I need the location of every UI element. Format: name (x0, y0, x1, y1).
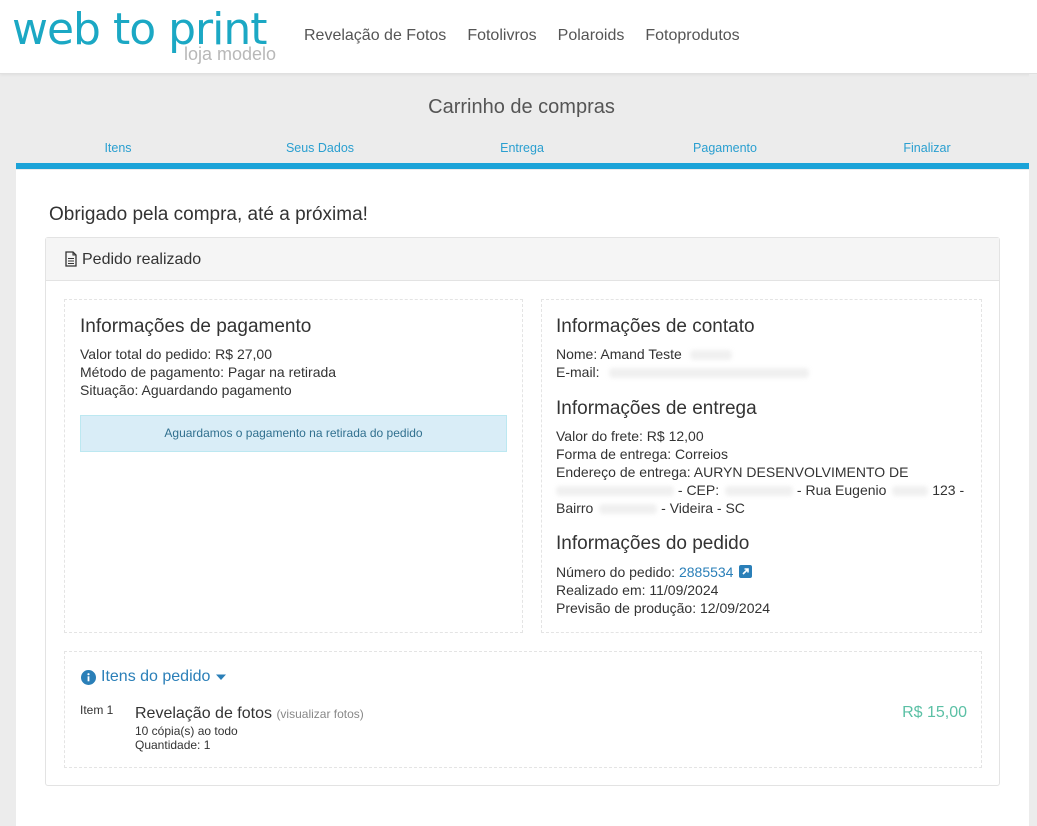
contact-name: Nome: Amand Teste (556, 346, 732, 362)
redacted-text (725, 486, 794, 497)
order-forecast: Previsão de produção: 12/09/2024 (556, 600, 771, 616)
logo-subtitle: loja modelo (184, 44, 277, 64)
nav-item-polaroids[interactable]: Polaroids (558, 27, 625, 45)
payment-alert: Aguardamos o pagamento na retirada do pe… (80, 415, 507, 452)
nav-item-fotolivros[interactable]: Fotolivros (467, 27, 536, 45)
order-details-box: Informações de contato Nome: Amand Teste… (541, 299, 982, 633)
page-title: Carrinho de compras (428, 96, 615, 118)
delivery-info-title: Informações de entrega (556, 398, 757, 419)
item-name-text: Revelação de fotos (135, 705, 272, 722)
address-bairro-label: Bairro (556, 500, 594, 516)
order-number-link[interactable]: 2885534 (679, 564, 734, 580)
redacted-text (689, 350, 732, 361)
items-toggle[interactable]: Itens do pedido (81, 668, 227, 686)
step-pagamento[interactable]: Pagamento (693, 141, 757, 155)
page-edge (1029, 74, 1037, 826)
items-toggle-label: Itens do pedido (101, 668, 211, 685)
address-number: 123 - (932, 482, 965, 498)
payment-status: Situação: Aguardando pagamento (80, 382, 292, 398)
redacted-text (892, 486, 929, 497)
redacted-text (556, 486, 674, 497)
step-seus-dados[interactable]: Seus Dados (286, 141, 354, 155)
order-number-label: Número do pedido: (556, 564, 676, 580)
address-cep-label: - CEP: (677, 482, 720, 498)
step-finalizar[interactable]: Finalizar (903, 141, 950, 155)
contact-info-title: Informações de contato (556, 316, 755, 337)
delivery-address-line1: Endereço de entrega: AURYN DESENVOLVIMEN… (556, 464, 909, 480)
address-city: - Videira - SC (661, 500, 745, 516)
item-quantity: Quantidade: 1 (135, 738, 211, 752)
order-items-box: Itens do pedido Item 1 Revelação de foto… (64, 651, 982, 768)
order-info-title: Informações do pedido (556, 533, 750, 554)
delivery-address-line2: - CEP: - Rua Eugenio 123 - (556, 482, 964, 498)
item-name: Revelação de fotos (visualizar fotos) (135, 705, 364, 723)
payment-total: Valor total do pedido: R$ 27,00 (80, 346, 272, 362)
item-number: Item 1 (80, 703, 114, 717)
delivery-address-line3: Bairro - Videira - SC (556, 500, 745, 516)
site-logo[interactable]: web to print loja modelo (12, 4, 282, 68)
order-number: Número do pedido: 2885534 (556, 564, 753, 580)
site-header: web to print loja modelo Revelação de Fo… (0, 0, 1037, 74)
steps-progress-bar (16, 163, 1029, 169)
redacted-text (609, 368, 810, 379)
item-copies: 10 cópia(s) ao todo (135, 724, 238, 738)
thanks-message: Obrigado pela compra, até a próxima! (49, 204, 368, 225)
nav-item-fotoprodutos[interactable]: Fotoprodutos (645, 27, 739, 45)
main-nav: Revelação de Fotos Fotolivros Polaroids … (304, 27, 740, 45)
step-entrega[interactable]: Entrega (500, 141, 544, 155)
redacted-text (599, 504, 658, 515)
order-date: Realizado em: 11/09/2024 (556, 582, 719, 598)
contact-email: E-mail: (556, 364, 810, 380)
caret-down-icon (216, 674, 227, 680)
info-circle-icon (81, 669, 96, 685)
payment-method: Método de pagamento: Pagar na retirada (80, 364, 337, 380)
contact-name-text: Nome: Amand Teste (556, 346, 682, 362)
checkout-steps: Itens Seus Dados Entrega Pagamento Final… (16, 138, 1029, 170)
panel-title: Pedido realizado (82, 251, 202, 268)
document-icon (65, 251, 77, 267)
item-price: R$ 15,00 (902, 704, 967, 721)
nav-item-revelacao[interactable]: Revelação de Fotos (304, 27, 446, 45)
delivery-method: Forma de entrega: Correios (556, 446, 728, 462)
delivery-freight: Valor do frete: R$ 12,00 (556, 428, 704, 444)
content-card: Obrigado pela compra, até a próxima! Ped… (16, 170, 1029, 826)
payment-info-box: Informações de pagamento Valor total do … (64, 299, 523, 633)
panel-header: Pedido realizado (46, 238, 999, 281)
external-link-icon[interactable] (739, 565, 753, 578)
payment-info-title: Informações de pagamento (80, 316, 312, 337)
address-street: - Rua Eugenio (796, 482, 887, 498)
view-photos-link[interactable]: (visualizar fotos) (276, 707, 363, 721)
step-itens[interactable]: Itens (104, 141, 131, 155)
order-panel: Pedido realizado Informações de pagament… (45, 237, 1000, 786)
contact-email-label: E-mail: (556, 364, 600, 380)
